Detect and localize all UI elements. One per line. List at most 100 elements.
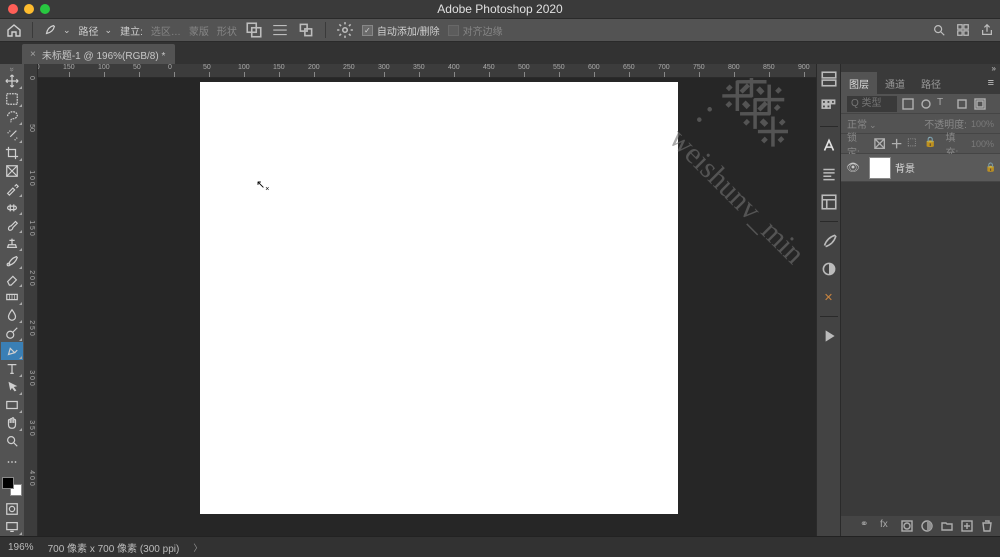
healing-brush-tool[interactable]	[1, 198, 23, 216]
tab-paths[interactable]: 路径	[913, 72, 949, 94]
tools-panel	[0, 64, 24, 536]
layer-row[interactable]: 👁 背景 🔒	[841, 154, 1000, 182]
filter-type-icon[interactable]: T	[937, 97, 951, 111]
blur-tool[interactable]	[1, 306, 23, 324]
artboard[interactable]	[200, 82, 678, 514]
layer-search-input[interactable]	[847, 96, 897, 112]
selection-button[interactable]: 选区…	[151, 23, 181, 38]
brushes-panel-icon[interactable]	[820, 232, 838, 250]
history-brush-tool[interactable]	[1, 252, 23, 270]
styles-panel-icon[interactable]: ✕	[820, 288, 838, 306]
actions-panel-icon[interactable]	[820, 327, 838, 345]
fill-value[interactable]: 100%	[971, 139, 994, 149]
auto-add-delete[interactable]: ✓自动添加/删除	[362, 23, 440, 38]
mask-button[interactable]: 蒙版	[189, 23, 209, 38]
crop-tool[interactable]	[1, 144, 23, 162]
filter-adjust-icon[interactable]	[919, 97, 933, 111]
canvas[interactable]: ↖× ※※※※※：weishunv_min	[38, 78, 816, 536]
adjustment-layer-icon[interactable]	[920, 519, 934, 533]
layer-style-icon[interactable]: fx	[880, 519, 894, 533]
move-tool[interactable]	[1, 72, 23, 90]
tab-channels[interactable]: 通道	[877, 72, 913, 94]
doc-info-arrow-icon[interactable]: 〉	[193, 541, 202, 554]
align-edges[interactable]: 对齐边缘	[448, 23, 503, 38]
opacity-value[interactable]: 100%	[971, 119, 994, 129]
filter-smart-icon[interactable]	[973, 97, 987, 111]
filter-image-icon[interactable]	[901, 97, 915, 111]
clone-stamp-tool[interactable]	[1, 234, 23, 252]
paragraph-panel-icon[interactable]	[820, 165, 838, 183]
path-arrange-icon[interactable]	[297, 21, 315, 39]
tab-layers[interactable]: 图层	[841, 72, 877, 94]
foreground-color-swatch[interactable]	[2, 477, 14, 489]
document-tab[interactable]: × 未标题-1 @ 196%(RGB/8) *	[22, 44, 175, 64]
path-combine-icon[interactable]	[245, 21, 263, 39]
zoom-level[interactable]: 196%	[8, 542, 34, 553]
watermark: ※※※※※：weishunv_min	[662, 78, 816, 271]
new-layer-icon[interactable]	[960, 519, 974, 533]
swatches-panel-icon[interactable]	[820, 98, 838, 116]
character-panel-icon[interactable]	[820, 137, 838, 155]
path-align-icon[interactable]	[271, 21, 289, 39]
lasso-tool[interactable]	[1, 108, 23, 126]
brush-tool[interactable]	[1, 216, 23, 234]
marquee-tool[interactable]	[1, 90, 23, 108]
app-title: Adobe Photoshop 2020	[0, 2, 1000, 16]
properties-panel-icon[interactable]	[820, 193, 838, 211]
quick-mask-icon[interactable]	[1, 500, 23, 518]
dodge-tool[interactable]	[1, 324, 23, 342]
mode-dropdown[interactable]: 路径	[79, 23, 113, 38]
visibility-icon[interactable]: 👁	[841, 161, 865, 174]
gear-icon[interactable]	[336, 21, 354, 39]
lock-artboard-icon[interactable]: ⬚	[907, 137, 920, 151]
ruler-horizontal[interactable]: 2001501005005010015020025030035040045050…	[38, 64, 816, 78]
eraser-tool[interactable]	[1, 270, 23, 288]
share-icon[interactable]	[980, 23, 994, 37]
pen-tool[interactable]	[1, 342, 23, 360]
gradient-tool[interactable]	[1, 288, 23, 306]
ruler-vertical[interactable]: 0501 0 01 5 02 0 02 5 03 0 03 5 04 0 0	[24, 64, 38, 536]
filter-shape-icon[interactable]	[955, 97, 969, 111]
eyedropper-tool[interactable]	[1, 180, 23, 198]
align-edges-label: 对齐边缘	[463, 23, 503, 38]
screen-mode-icon[interactable]	[1, 518, 23, 536]
color-panel-icon[interactable]	[820, 70, 838, 88]
link-layers-icon[interactable]: ⚭	[860, 519, 874, 533]
panel-dock-1: ✕	[816, 64, 840, 536]
color-swatches[interactable]	[2, 477, 22, 496]
rectangle-tool[interactable]	[1, 396, 23, 414]
type-tool[interactable]	[1, 360, 23, 378]
layers-panel: » 图层 通道 路径 ≡ T 正常 不透明度: 100% 锁定: ⬚ 🔒	[840, 64, 1000, 536]
tool-preset-dropdown[interactable]	[43, 23, 71, 37]
layer-mask-icon[interactable]	[900, 519, 914, 533]
close-tab-icon[interactable]: ×	[30, 49, 36, 60]
canvas-area: 2001501005005010015020025030035040045050…	[38, 64, 816, 536]
layer-name[interactable]: 背景	[895, 160, 982, 175]
checkbox-icon	[448, 25, 459, 36]
hand-tool[interactable]	[1, 414, 23, 432]
panel-menu-icon[interactable]: ≡	[982, 77, 1000, 89]
frame-tool[interactable]	[1, 162, 23, 180]
lock-all-icon[interactable]: 🔒	[924, 137, 937, 151]
group-icon[interactable]	[940, 519, 954, 533]
edit-toolbar-icon[interactable]	[1, 453, 23, 471]
home-icon[interactable]	[6, 22, 22, 38]
shape-button[interactable]: 形状	[217, 23, 237, 38]
collapse-panel-icon[interactable]: »	[841, 64, 1000, 72]
lock-position-icon[interactable]	[890, 137, 903, 151]
zoom-tool[interactable]	[1, 432, 23, 450]
search-icon[interactable]	[932, 23, 946, 37]
layer-thumbnail[interactable]	[869, 157, 891, 179]
adjustments-panel-icon[interactable]	[820, 260, 838, 278]
workspace-icon[interactable]	[956, 23, 970, 37]
layer-list: 👁 背景 🔒	[841, 154, 1000, 516]
doc-info[interactable]: 700 像素 x 700 像素 (300 ppi)	[48, 540, 180, 555]
lock-row: 锁定: ⬚ 🔒 填充: 100%	[841, 134, 1000, 154]
delete-layer-icon[interactable]	[980, 519, 994, 533]
lock-icon[interactable]: 🔒	[982, 162, 1000, 173]
path-selection-tool[interactable]	[1, 378, 23, 396]
checkbox-icon: ✓	[362, 25, 373, 36]
options-bar: 路径 建立: 选区… 蒙版 形状 ✓自动添加/删除 对齐边缘	[0, 18, 1000, 42]
magic-wand-tool[interactable]	[1, 126, 23, 144]
lock-pixels-icon[interactable]	[873, 137, 886, 151]
